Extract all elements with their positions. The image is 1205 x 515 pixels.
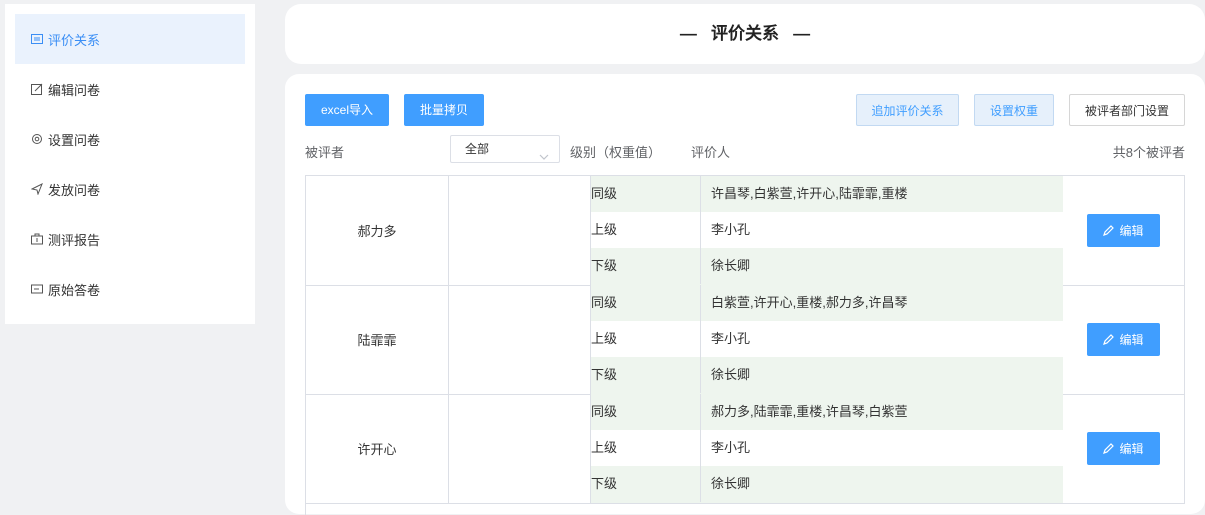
- relation-level: 下级: [591, 466, 701, 502]
- edit-button[interactable]: 编辑: [1087, 214, 1160, 247]
- relation-level: 上级: [591, 430, 701, 466]
- relation-evaluators: 李小孔: [711, 440, 751, 455]
- relation-evaluators: 白紫萱,许开心,重楼,郝力多,许昌琴: [711, 295, 908, 310]
- pencil-icon: [1103, 443, 1115, 454]
- sidebar-item-report[interactable]: 测评报告: [15, 214, 245, 264]
- relation-list: 同级 郝力多,陆霏霏,重楼,许昌琴,白紫萱 上级 李小孔 下级 徐长卿: [591, 394, 1063, 503]
- table-icon: [31, 33, 43, 45]
- evaluee-select[interactable]: 全部: [450, 135, 560, 163]
- action-cell: 编辑: [1063, 285, 1185, 394]
- pencil-icon: [1103, 334, 1115, 345]
- relation-evaluators: 郝力多,陆霏霏,重楼,许昌琴,白紫萱: [711, 404, 908, 419]
- relation-evaluators: 李小孔: [711, 331, 751, 346]
- excel-import-button[interactable]: excel导入: [305, 94, 389, 126]
- total-count: 共8个被评者: [1112, 145, 1185, 160]
- sidebar-item-send-questionnaire[interactable]: 发放问卷: [15, 164, 245, 214]
- sidebar-item-settings-questionnaire[interactable]: 设置问卷: [15, 114, 245, 164]
- pencil-icon: [1103, 225, 1115, 236]
- action-cell: 编辑: [1063, 176, 1185, 285]
- table-row: 陆霏霏 同级 白紫萱,许开心,重楼,郝力多,许昌琴 上级 李小孔 下级 徐长卿: [306, 285, 1185, 395]
- evaluee-name: 陆霏霏: [306, 285, 449, 394]
- sidebar-item-evaluation-relation[interactable]: 评价关系: [15, 14, 245, 64]
- relation-row: 同级 许昌琴,白紫萱,许开心,陆霏霏,重楼: [591, 176, 1063, 212]
- sidebar-item-edit-questionnaire[interactable]: 编辑问卷: [15, 64, 245, 114]
- edit-label: 编辑: [1119, 333, 1144, 347]
- relation-evaluators: 李小孔: [711, 222, 751, 237]
- batch-copy-button[interactable]: 批量拷贝: [404, 94, 484, 126]
- sidebar: 评价关系 编辑问卷 设置问卷 发放问卷 测评报告 原始答卷: [5, 4, 255, 324]
- relation-level: 同级: [591, 285, 701, 321]
- edit-button[interactable]: 编辑: [1087, 323, 1160, 356]
- main-card: excel导入 批量拷贝 追加评价关系 设置权重 被评者部门设置 被评者 全部 …: [285, 74, 1205, 515]
- edit-icon: [31, 83, 43, 95]
- sidebar-item-label: 评价关系: [48, 32, 101, 48]
- relation-level: 同级: [591, 176, 701, 212]
- relation-row: 下级 徐长卿: [591, 466, 1063, 503]
- edit-label: 编辑: [1119, 442, 1144, 456]
- gear-icon: [31, 133, 43, 145]
- sidebar-item-label: 编辑问卷: [48, 82, 101, 98]
- set-weight-button[interactable]: 设置权重: [974, 94, 1054, 126]
- page-title-text: 评价关系: [711, 24, 779, 43]
- edit-button[interactable]: 编辑: [1087, 432, 1160, 465]
- header-card: — 评价关系 —: [285, 4, 1205, 64]
- empty-cell: [449, 285, 591, 394]
- relation-list: 同级 许昌琴,白紫萱,许开心,陆霏霏,重楼 上级 李小孔 下级 徐长卿: [591, 176, 1063, 285]
- empty-cell: [449, 394, 591, 503]
- relation-row: 上级 李小孔: [591, 430, 1063, 466]
- table-row: 许开心 同级 郝力多,陆霏霏,重楼,许昌琴,白紫萱 上级 李小孔 下级 徐长卿: [306, 394, 1185, 504]
- edit-label: 编辑: [1119, 224, 1144, 238]
- relation-evaluators: 许昌琴,白紫萱,许开心,陆霏霏,重楼: [711, 186, 908, 201]
- evaluee-label: 被评者: [305, 145, 345, 160]
- table-row: 郝力多 同级 许昌琴,白紫萱,许开心,陆霏霏,重楼 上级 李小孔 下级 徐长卿: [306, 176, 1185, 286]
- page-title: — 评价关系 —: [285, 4, 1205, 64]
- evaluee-name: 郝力多: [306, 176, 449, 285]
- relation-list: 同级 白紫萱,许开心,重楼,郝力多,许昌琴 上级 李小孔 下级 徐长卿: [591, 285, 1063, 394]
- select-value: 全部: [465, 142, 490, 156]
- relation-row: 上级 李小孔: [591, 212, 1063, 248]
- title-dash-right: —: [793, 24, 811, 43]
- dept-setting-button[interactable]: 被评者部门设置: [1069, 94, 1185, 126]
- action-cell: 编辑: [1063, 394, 1185, 503]
- relation-evaluators: 徐长卿: [711, 476, 751, 491]
- title-dash-left: —: [679, 24, 697, 43]
- relation-evaluators: 徐长卿: [711, 258, 751, 273]
- relation-level: 同级: [591, 394, 701, 430]
- card-icon: [31, 283, 43, 295]
- chevron-down-icon: [539, 145, 549, 160]
- relation-row: 同级 白紫萱,许开心,重楼,郝力多,许昌琴: [591, 285, 1063, 321]
- relation-level: 下级: [591, 248, 701, 284]
- relation-row: 下级 徐长卿: [591, 248, 1063, 285]
- relation-evaluators: 徐长卿: [711, 367, 751, 382]
- sidebar-item-raw-answers[interactable]: 原始答卷: [15, 264, 245, 314]
- empty-cell: [449, 176, 591, 285]
- relation-row: 同级 郝力多,陆霏霏,重楼,许昌琴,白紫萱: [591, 394, 1063, 430]
- add-relation-button[interactable]: 追加评价关系: [856, 94, 959, 126]
- relation-level: 上级: [591, 321, 701, 357]
- sidebar-item-label: 原始答卷: [48, 282, 101, 298]
- briefcase-icon: [31, 233, 43, 245]
- sidebar-item-label: 发放问卷: [48, 182, 101, 198]
- sidebar-item-label: 设置问卷: [48, 132, 101, 148]
- relation-row: 下级 徐长卿: [591, 357, 1063, 394]
- relation-level: 下级: [591, 357, 701, 393]
- evaluee-name: 许开心: [306, 394, 449, 503]
- sidebar-item-label: 测评报告: [48, 232, 101, 248]
- relation-level: 上级: [591, 212, 701, 248]
- relation-row: 上级 李小孔: [591, 321, 1063, 357]
- relation-table: 郝力多 同级 许昌琴,白紫萱,许开心,陆霏霏,重楼 上级 李小孔 下级 徐长卿: [305, 175, 1185, 515]
- send-icon: [31, 183, 43, 195]
- level-label: 级别（权重值）: [570, 145, 662, 160]
- evaluator-label: 评价人: [691, 145, 731, 160]
